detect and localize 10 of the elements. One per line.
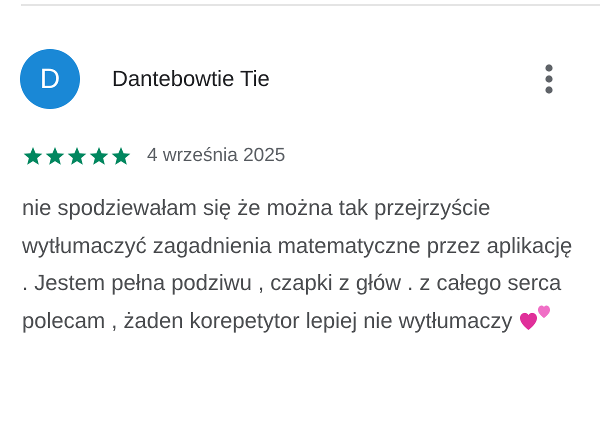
review-date: 4 września 2025 (147, 145, 286, 167)
star-icon (67, 146, 87, 166)
review-text: nie spodziewałam się że można tak przejrzyście wytłumaczyć zagadnienia matematyczne przez aplikację . Jestem pełna podziwu , czapki z głów . z całego serca polecam , żaden korepetytor lepiej nie wytłumaczy (22, 194, 574, 335)
star-icon (23, 146, 43, 166)
avatar: D (20, 49, 80, 109)
star-icon (89, 146, 109, 166)
star-icon (111, 146, 131, 166)
more-options-icon[interactable] (544, 64, 554, 94)
star-icon (45, 146, 65, 166)
author-name: Dantebowtie Tie (112, 66, 271, 92)
